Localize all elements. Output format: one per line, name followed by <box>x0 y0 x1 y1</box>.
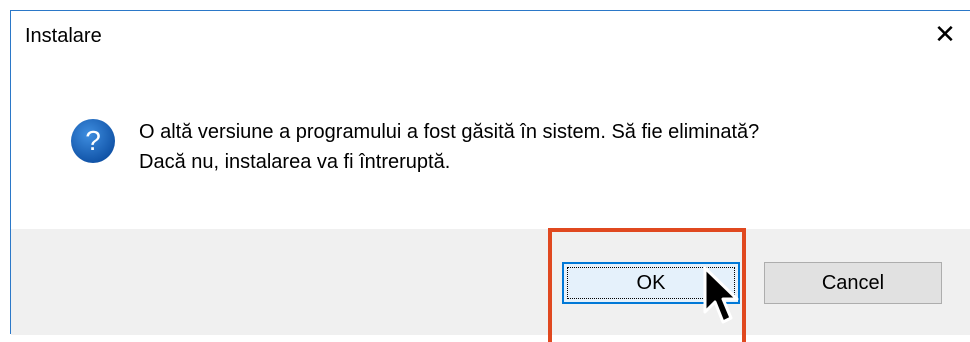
dialog-title: Instalare <box>25 25 102 47</box>
ok-button-label: OK <box>636 271 666 294</box>
button-bar: OK Cancel <box>11 229 970 335</box>
cancel-button[interactable]: Cancel <box>764 262 942 304</box>
close-icon: ✕ <box>934 19 956 49</box>
message-line-2: Dacă nu, instalarea va fi întreruptă. <box>139 151 451 173</box>
dialog-content: ? O altă versiune a programului a fost g… <box>11 59 970 229</box>
cancel-button-label: Cancel <box>821 271 885 294</box>
install-dialog: Instalare ✕ ? O altă versiune a programu… <box>10 10 970 335</box>
question-glyph: ? <box>85 125 101 156</box>
screen: Instalare ✕ ? O altă versiune a programu… <box>0 0 970 342</box>
ok-button[interactable]: OK <box>562 262 740 304</box>
message-line-1: O altă versiune a programului a fost găs… <box>139 121 760 143</box>
title-bar[interactable]: Instalare ✕ <box>11 11 970 59</box>
dialog-message: O altă versiune a programului a fost găs… <box>139 117 759 177</box>
question-icon: ? <box>71 119 115 163</box>
close-button[interactable]: ✕ <box>930 19 960 49</box>
